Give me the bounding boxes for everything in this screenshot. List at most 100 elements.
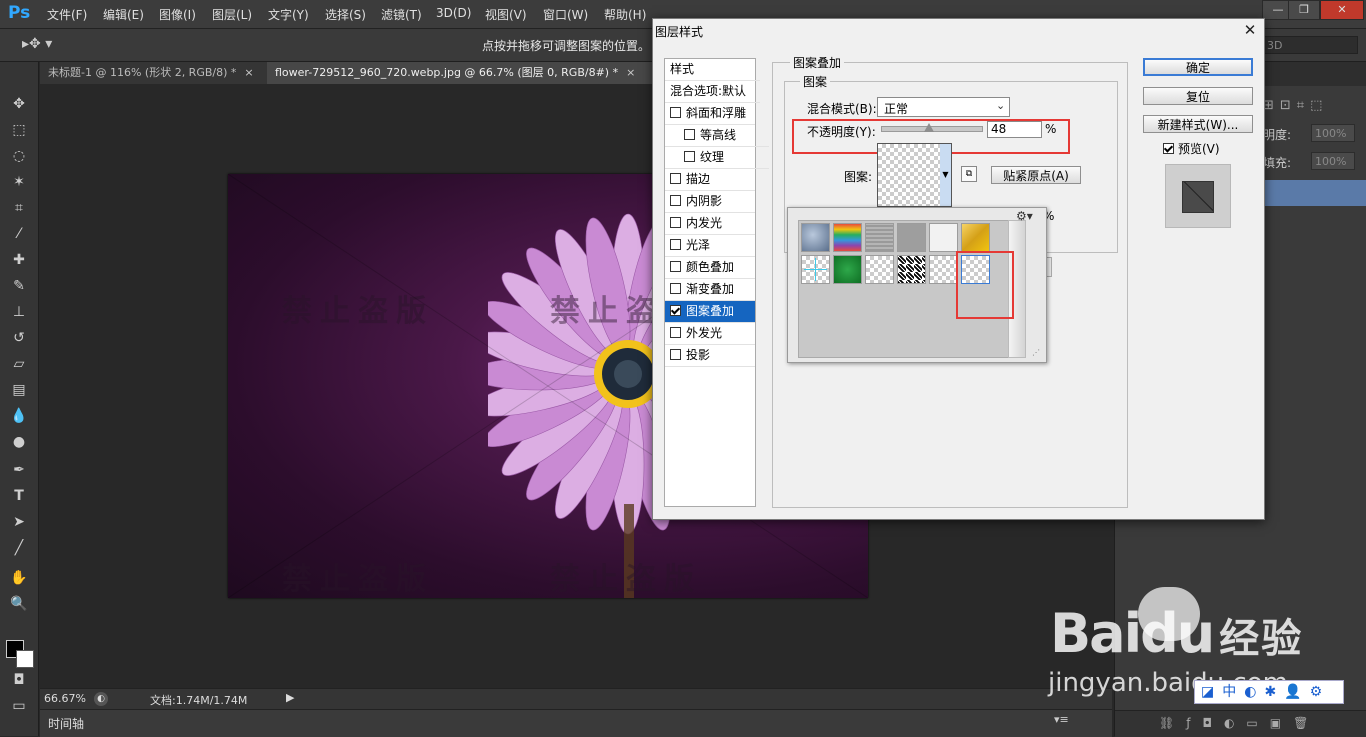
hand-tool-icon[interactable]: ✋ bbox=[9, 568, 29, 588]
blend-mode-select[interactable]: 正常 ⌄ bbox=[877, 97, 1010, 117]
status-options-icon[interactable]: ◐ bbox=[94, 692, 108, 706]
resize-grip-icon[interactable]: ⋰ bbox=[1032, 348, 1040, 357]
ok-button[interactable]: 确定 bbox=[1143, 58, 1253, 76]
blur-tool-icon[interactable]: 💧 bbox=[9, 406, 29, 426]
style-item-checkbox[interactable] bbox=[670, 239, 681, 250]
style-item-3[interactable]: 纹理 bbox=[665, 147, 769, 169]
style-item-checkbox[interactable] bbox=[670, 327, 681, 338]
screen-mode-icon[interactable]: ▭ bbox=[9, 696, 29, 716]
timeline-tab[interactable]: 时间轴 bbox=[48, 715, 84, 732]
style-item-checkbox[interactable] bbox=[670, 217, 681, 228]
background-color-swatch[interactable] bbox=[16, 650, 34, 668]
eraser-tool-icon[interactable]: ▱ bbox=[9, 354, 29, 374]
style-item-checkbox[interactable] bbox=[670, 107, 681, 118]
new-preset-icon[interactable]: ⧉ bbox=[961, 166, 977, 182]
menu-type[interactable]: 文字(Y) bbox=[268, 6, 309, 23]
style-item-5[interactable]: 内阴影 bbox=[665, 191, 755, 213]
panel-menu-icon[interactable]: ▾≡ bbox=[1054, 713, 1069, 726]
layer-filter-icons[interactable]: ⊞⊡⌗⬚ bbox=[1263, 98, 1328, 113]
lasso-tool-icon[interactable]: ◌ bbox=[9, 146, 29, 166]
menu-help[interactable]: 帮助(H) bbox=[604, 6, 646, 23]
pattern-preview-swatch[interactable] bbox=[877, 143, 945, 207]
close-window-button[interactable]: ✕ bbox=[1320, 0, 1364, 20]
menu-3d[interactable]: 3D(D) bbox=[436, 6, 471, 20]
style-item-9[interactable]: 渐变叠加 bbox=[665, 279, 755, 301]
pattern-cross[interactable] bbox=[801, 255, 830, 284]
snap-to-origin-button[interactable]: 贴紧原点(A) bbox=[991, 166, 1081, 184]
ime-toolbar[interactable]: ◪中◐✱👤⚙ bbox=[1194, 680, 1344, 704]
tab-untitled[interactable]: 未标题-1 @ 116% (形状 2, RGB/8) * × bbox=[40, 62, 273, 84]
pattern-white-paper[interactable] bbox=[929, 223, 958, 252]
style-item-11[interactable]: 外发光 bbox=[665, 323, 755, 345]
pen-tool-icon[interactable]: ✒ bbox=[9, 460, 29, 480]
tab-flower[interactable]: flower-729512_960_720.webp.jpg @ 66.7% (… bbox=[267, 62, 664, 84]
healing-brush-tool-icon[interactable]: ✚ bbox=[9, 250, 29, 270]
magic-wand-tool-icon[interactable]: ✶ bbox=[9, 172, 29, 192]
workspace-select[interactable]: 3D bbox=[1262, 36, 1358, 54]
history-brush-tool-icon[interactable]: ↺ bbox=[9, 328, 29, 348]
style-item-6[interactable]: 内发光 bbox=[665, 213, 755, 235]
maximize-button[interactable]: ❐ bbox=[1288, 0, 1320, 20]
move-tool-icon[interactable]: ▸✥ ▾ bbox=[22, 36, 52, 52]
brush-tool-icon[interactable]: ✎ bbox=[9, 276, 29, 296]
pattern-picker-chevron-icon[interactable]: ▼ bbox=[940, 143, 952, 207]
new-style-button[interactable]: 新建样式(W)... bbox=[1143, 115, 1253, 133]
menu-view[interactable]: 视图(V) bbox=[485, 6, 527, 23]
zoom-level[interactable]: 66.67% bbox=[44, 692, 86, 705]
pattern-green[interactable] bbox=[833, 255, 862, 284]
move-tool-icon[interactable]: ✥ bbox=[9, 94, 29, 114]
preview-checkbox-row[interactable]: 预览(V) bbox=[1163, 140, 1220, 157]
path-select-tool-icon[interactable]: ➤ bbox=[9, 512, 29, 532]
stamp-tool-icon[interactable]: ⊥ bbox=[9, 302, 29, 322]
line-tool-icon[interactable]: ╱ bbox=[9, 538, 29, 558]
style-item-7[interactable]: 光泽 bbox=[665, 235, 755, 257]
menu-edit[interactable]: 编辑(E) bbox=[103, 6, 144, 23]
style-item-checkbox[interactable] bbox=[684, 151, 695, 162]
style-item-checkbox[interactable] bbox=[670, 305, 681, 316]
pattern-bubbles[interactable] bbox=[801, 223, 830, 252]
status-arrow-icon[interactable]: ▶ bbox=[286, 691, 294, 704]
style-item-2[interactable]: 等高线 bbox=[665, 125, 769, 147]
style-item-checkbox[interactable] bbox=[670, 349, 681, 360]
selected-layer-row[interactable] bbox=[1263, 180, 1366, 206]
gradient-tool-icon[interactable]: ▤ bbox=[9, 380, 29, 400]
style-item-10[interactable]: 图案叠加 bbox=[665, 301, 755, 323]
dodge-tool-icon[interactable]: ● bbox=[9, 432, 29, 452]
marquee-tool-icon[interactable]: ⬚ bbox=[9, 120, 29, 140]
type-tool-icon[interactable]: T bbox=[9, 486, 29, 506]
menu-file[interactable]: 文件(F) bbox=[47, 6, 87, 23]
style-item-0[interactable]: 混合选项:默认 bbox=[665, 81, 760, 103]
pattern-transparent-2[interactable] bbox=[929, 255, 958, 284]
dialog-close-button[interactable]: ✕ bbox=[1241, 21, 1259, 39]
layer-actions-icons[interactable]: ⛓ƒ◘◐▭▣🗑 bbox=[1159, 716, 1320, 730]
close-icon[interactable]: × bbox=[244, 66, 253, 79]
style-item-12[interactable]: 投影 bbox=[665, 345, 755, 367]
eyedropper-tool-icon[interactable]: ⁄ bbox=[9, 224, 29, 244]
style-item-checkbox[interactable] bbox=[670, 261, 681, 272]
fill-input[interactable]: 100% bbox=[1311, 152, 1355, 170]
style-item-checkbox[interactable] bbox=[670, 195, 681, 206]
zoom-tool-icon[interactable]: 🔍 bbox=[9, 594, 29, 614]
style-item-1[interactable]: 斜面和浮雕 bbox=[665, 103, 755, 125]
style-item-checkbox[interactable] bbox=[684, 129, 695, 140]
crop-tool-icon[interactable]: ⌗ bbox=[9, 198, 29, 218]
style-item-8[interactable]: 颜色叠加 bbox=[665, 257, 755, 279]
pattern-laid-paper[interactable] bbox=[865, 223, 894, 252]
ime-mode-label[interactable]: 中 bbox=[1222, 684, 1244, 700]
menu-select[interactable]: 选择(S) bbox=[325, 6, 366, 23]
style-item-checkbox[interactable] bbox=[670, 173, 681, 184]
menu-window[interactable]: 窗口(W) bbox=[543, 6, 588, 23]
reset-button[interactable]: 复位 bbox=[1143, 87, 1253, 105]
gear-icon[interactable]: ⚙▾ bbox=[1016, 209, 1033, 223]
style-item-checkbox[interactable] bbox=[670, 283, 681, 294]
pattern-transparent-1[interactable] bbox=[865, 255, 894, 284]
style-item-4[interactable]: 描边 bbox=[665, 169, 755, 191]
preview-checkbox[interactable] bbox=[1163, 143, 1174, 154]
menu-layer[interactable]: 图层(L) bbox=[212, 6, 252, 23]
quick-mask-icon[interactable]: ◘ bbox=[9, 670, 29, 690]
pattern-gray-granite[interactable] bbox=[897, 223, 926, 252]
pattern-tie-dye[interactable] bbox=[833, 223, 862, 252]
pattern-diagonal-squares[interactable] bbox=[897, 255, 926, 284]
menu-filter[interactable]: 滤镜(T) bbox=[381, 6, 422, 23]
menu-image[interactable]: 图像(I) bbox=[159, 6, 196, 23]
